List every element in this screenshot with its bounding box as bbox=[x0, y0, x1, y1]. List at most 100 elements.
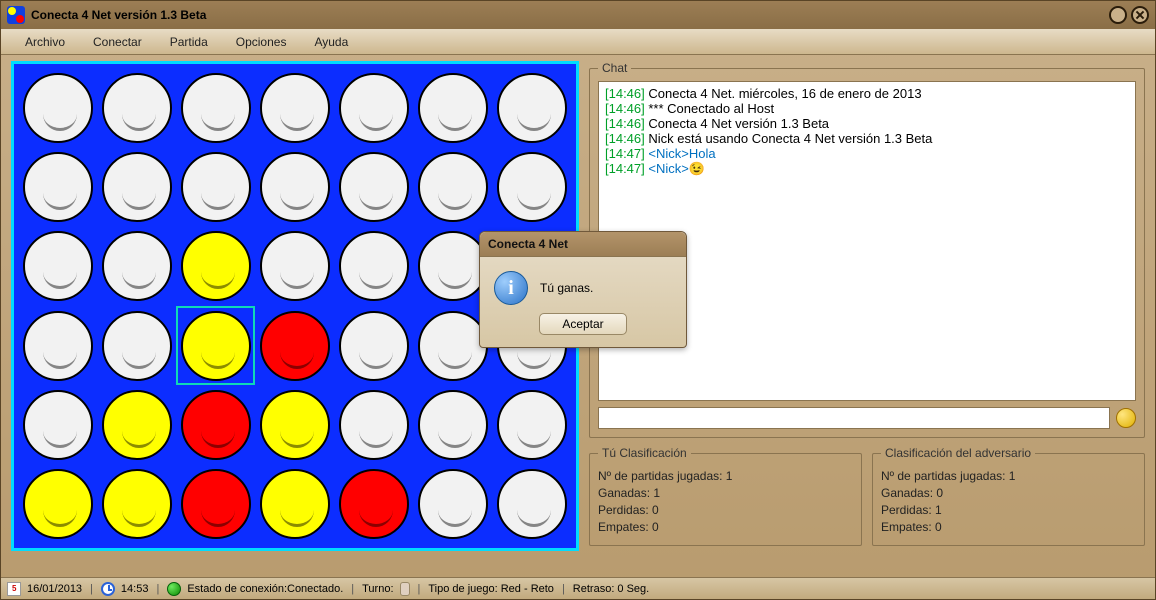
board-cell[interactable] bbox=[255, 465, 334, 544]
disc-empty bbox=[339, 152, 409, 222]
chat-input[interactable] bbox=[598, 407, 1110, 429]
board-cell[interactable] bbox=[414, 68, 493, 147]
disc-empty bbox=[260, 152, 330, 222]
stats-you-lost: Perdidas: 0 bbox=[598, 503, 853, 517]
disc-empty bbox=[418, 311, 488, 381]
board-cell[interactable] bbox=[255, 68, 334, 147]
board-cell[interactable] bbox=[18, 306, 97, 385]
statusbar: 16/01/2013 | 14:53 | Estado de conexión:… bbox=[1, 577, 1155, 599]
status-connection: Estado de conexión:Conectado. bbox=[187, 583, 343, 595]
globe-icon bbox=[167, 582, 181, 596]
titlebar[interactable]: Conecta 4 Net versión 1.3 Beta bbox=[1, 1, 1155, 29]
disc-empty bbox=[23, 311, 93, 381]
disc-empty bbox=[418, 152, 488, 222]
status-time: 14:53 bbox=[121, 583, 149, 595]
disc-empty bbox=[339, 231, 409, 301]
disc-empty bbox=[418, 469, 488, 539]
board-cell[interactable] bbox=[18, 227, 97, 306]
status-date: 16/01/2013 bbox=[27, 583, 82, 595]
menu-conectar[interactable]: Conectar bbox=[79, 31, 156, 53]
disc-empty bbox=[181, 73, 251, 143]
menu-opciones[interactable]: Opciones bbox=[222, 31, 301, 53]
board-cell[interactable] bbox=[176, 147, 255, 226]
chat-timestamp: [14:47] bbox=[605, 161, 645, 176]
disc-yellow bbox=[181, 311, 251, 381]
disc-yellow bbox=[260, 390, 330, 460]
board-cell[interactable] bbox=[97, 306, 176, 385]
stats-you: Tú Clasificación Nº de partidas jugadas:… bbox=[589, 446, 862, 546]
disc-yellow bbox=[102, 390, 172, 460]
board-cell[interactable] bbox=[335, 68, 414, 147]
board-cell[interactable] bbox=[414, 147, 493, 226]
disc-empty bbox=[23, 231, 93, 301]
board-cell[interactable] bbox=[335, 306, 414, 385]
board-cell[interactable] bbox=[414, 385, 493, 464]
disc-empty bbox=[102, 73, 172, 143]
chat-timestamp: [14:47] bbox=[605, 146, 645, 161]
board-cell[interactable] bbox=[176, 68, 255, 147]
disc-empty bbox=[339, 311, 409, 381]
board-cell[interactable] bbox=[18, 465, 97, 544]
board-cell[interactable] bbox=[18, 385, 97, 464]
disc-empty bbox=[339, 390, 409, 460]
board-cell[interactable] bbox=[176, 227, 255, 306]
status-delay: Retraso: 0 Seg. bbox=[573, 583, 649, 595]
board-cell[interactable] bbox=[493, 385, 572, 464]
clock-icon bbox=[101, 582, 115, 596]
emoji-button[interactable] bbox=[1116, 408, 1136, 428]
info-icon: i bbox=[494, 271, 528, 305]
chat-line: [14:46] Conecta 4 Net versión 1.3 Beta bbox=[605, 116, 1129, 131]
disc-empty bbox=[102, 311, 172, 381]
stats-you-legend: Tú Clasificación bbox=[598, 446, 691, 460]
status-game-type: Tipo de juego: Red - Reto bbox=[428, 583, 554, 595]
chat-line: [14:47] <Nick>Hola bbox=[605, 146, 1129, 161]
dialog-title[interactable]: Conecta 4 Net bbox=[480, 232, 686, 257]
board-cell[interactable] bbox=[493, 465, 572, 544]
chat-timestamp: [14:46] bbox=[605, 116, 645, 131]
menu-partida[interactable]: Partida bbox=[156, 31, 222, 53]
board-cell[interactable] bbox=[493, 68, 572, 147]
board-cell[interactable] bbox=[97, 465, 176, 544]
chat-text: <Nick>Hola bbox=[645, 146, 716, 161]
chat-line: [14:47] <Nick>😉 bbox=[605, 161, 1129, 177]
board-cell[interactable] bbox=[18, 147, 97, 226]
stats-you-won: Ganadas: 1 bbox=[598, 486, 853, 500]
menu-archivo[interactable]: Archivo bbox=[11, 31, 79, 53]
board-cell[interactable] bbox=[335, 147, 414, 226]
chat-line: [14:46] *** Conectado al Host bbox=[605, 101, 1129, 116]
minimize-button[interactable] bbox=[1109, 6, 1127, 24]
board-cell[interactable] bbox=[97, 227, 176, 306]
board-cell[interactable] bbox=[255, 227, 334, 306]
board-cell[interactable] bbox=[335, 385, 414, 464]
window-title: Conecta 4 Net versión 1.3 Beta bbox=[31, 8, 206, 22]
close-button[interactable] bbox=[1131, 6, 1149, 24]
board-cell[interactable] bbox=[97, 147, 176, 226]
board-cell[interactable] bbox=[414, 465, 493, 544]
stats-opp-draws: Empates: 0 bbox=[881, 520, 1136, 534]
board-cell[interactable] bbox=[335, 465, 414, 544]
chat-timestamp: [14:46] bbox=[605, 101, 645, 116]
stats-opp-played: Nº de partidas jugadas: 1 bbox=[881, 469, 1136, 483]
board-cell[interactable] bbox=[97, 385, 176, 464]
board-cell[interactable] bbox=[18, 68, 97, 147]
board-cell[interactable] bbox=[335, 227, 414, 306]
disc-empty bbox=[418, 73, 488, 143]
board-cell[interactable] bbox=[176, 306, 255, 385]
board-cell[interactable] bbox=[176, 465, 255, 544]
disc-empty bbox=[23, 73, 93, 143]
chat-text: <Nick>😉 bbox=[645, 161, 705, 176]
alert-dialog[interactable]: Conecta 4 Net i Tú ganas. Aceptar bbox=[479, 231, 687, 348]
stats-opp-won: Ganadas: 0 bbox=[881, 486, 1136, 500]
disc-red bbox=[339, 469, 409, 539]
disc-empty bbox=[260, 73, 330, 143]
board-cell[interactable] bbox=[97, 68, 176, 147]
chat-text: Nick está usando Conecta 4 Net versión 1… bbox=[645, 131, 933, 146]
board-cell[interactable] bbox=[176, 385, 255, 464]
board-cell[interactable] bbox=[255, 385, 334, 464]
disc-empty bbox=[418, 390, 488, 460]
board-cell[interactable] bbox=[255, 306, 334, 385]
board-cell[interactable] bbox=[255, 147, 334, 226]
board-cell[interactable] bbox=[493, 147, 572, 226]
ok-button[interactable]: Aceptar bbox=[539, 313, 626, 335]
menu-ayuda[interactable]: Ayuda bbox=[300, 31, 362, 53]
